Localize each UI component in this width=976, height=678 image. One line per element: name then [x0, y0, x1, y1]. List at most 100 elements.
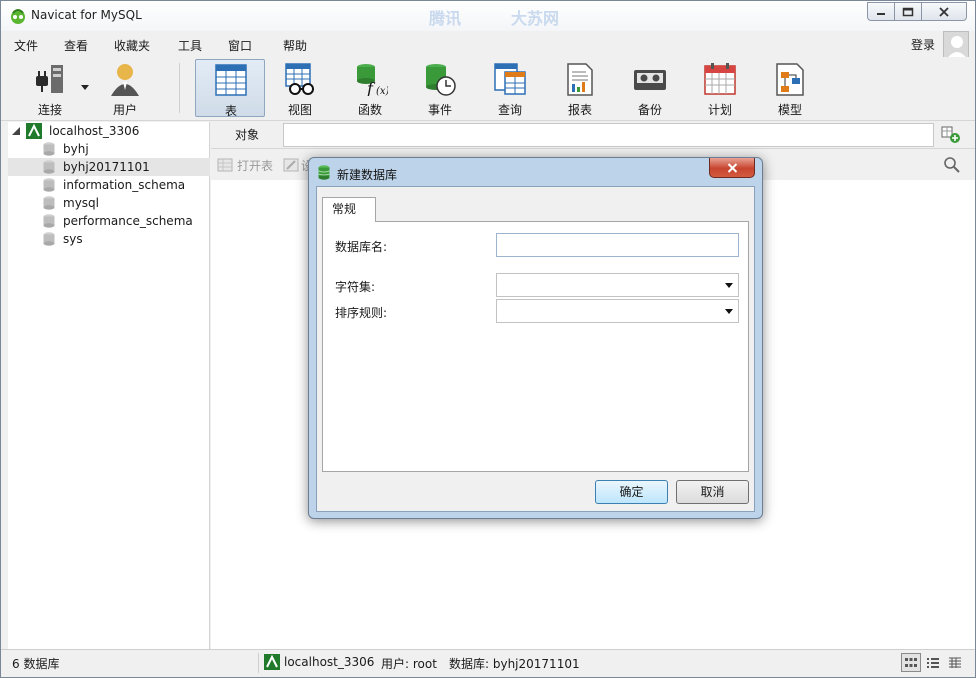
toolbar-separator — [179, 63, 180, 113]
main-toolbar: 连接 用户 表 视图 f (x 函数 事件 查询 报表 备份 计划 模型 — [1, 57, 975, 121]
tab-objects[interactable]: 对象 — [211, 122, 283, 149]
dialog-close-button[interactable] — [709, 158, 755, 178]
watermark-text: 大苏网 — [511, 9, 560, 28]
tool-label: 视图 — [287, 103, 312, 117]
chevron-down-icon — [725, 309, 733, 314]
dialog-title: 新建数据库 — [337, 168, 398, 182]
database-icon — [43, 178, 55, 192]
collation-label: 排序规则: — [335, 306, 388, 320]
tree-database[interactable]: mysql — [8, 194, 210, 212]
status-separator — [258, 653, 259, 673]
tool-connect[interactable]: 连接 — [15, 59, 85, 117]
cancel-button[interactable]: 取消 — [676, 480, 749, 504]
report-icon — [567, 63, 593, 96]
watermark-text: 腾讯 — [429, 9, 462, 28]
tree-database-selected[interactable]: byhj20171101 — [8, 158, 210, 176]
view-detail-button[interactable] — [945, 653, 965, 672]
tool-view[interactable]: 视图 — [265, 59, 335, 117]
menu-bar: 文件 查看 收藏夹 工具 窗口 帮助 登录 — [1, 31, 975, 57]
menu-help[interactable]: 帮助 — [283, 37, 307, 54]
object-tab-area — [283, 123, 934, 147]
list-view-icon — [927, 657, 939, 668]
tree-database[interactable]: byhj — [8, 140, 210, 158]
tool-query[interactable]: 查询 — [475, 59, 545, 117]
connection-icon — [264, 654, 280, 670]
tool-report[interactable]: 报表 — [545, 59, 615, 117]
open-table-button[interactable]: 打开表 — [237, 157, 273, 174]
database-icon — [43, 214, 55, 228]
tree-database[interactable]: information_schema — [8, 176, 210, 194]
view-list-button[interactable] — [923, 653, 943, 672]
status-database: 数据库: byhj20171101 — [449, 657, 580, 671]
tool-function[interactable]: f (x) 函数 — [335, 59, 405, 117]
menu-window[interactable]: 窗口 — [228, 37, 252, 54]
tree-connection[interactable]: localhost_3306 — [8, 122, 210, 140]
new-database-dialog: 新建数据库 常规 数据库名: 字符集: 排序规则: 确定 取消 — [308, 157, 763, 519]
close-icon — [939, 6, 949, 17]
avatar[interactable] — [943, 31, 969, 59]
window-title: Navicat for MySQL — [31, 8, 142, 22]
tool-model[interactable]: 模型 — [755, 59, 825, 117]
tool-backup[interactable]: 备份 — [615, 59, 685, 117]
tool-label: 连接 — [37, 103, 62, 117]
close-button[interactable] — [921, 2, 967, 21]
login-link[interactable]: 登录 — [911, 36, 935, 53]
database-icon — [43, 160, 55, 174]
new-object-icon[interactable] — [941, 126, 961, 144]
dialog-title-bar: 新建数据库 — [309, 158, 762, 186]
menu-tools[interactable]: 工具 — [178, 37, 202, 54]
status-user: 用户: root — [381, 657, 437, 671]
database-name: sys — [63, 232, 83, 246]
tool-event[interactable]: 事件 — [405, 59, 475, 117]
search-icon[interactable] — [943, 156, 961, 174]
expand-triangle-icon[interactable] — [12, 127, 20, 135]
detail-view-icon — [949, 657, 961, 668]
minimize-icon — [877, 12, 885, 15]
close-icon — [727, 162, 737, 173]
dropdown-arrow-icon[interactable] — [81, 85, 89, 91]
svg-text:(x): (x) — [376, 86, 388, 96]
event-icon — [426, 64, 456, 96]
charset-label: 字符集: — [335, 280, 376, 294]
schedule-icon — [704, 63, 736, 95]
database-green-icon — [318, 165, 330, 180]
status-connection: localhost_3306 — [284, 655, 375, 669]
connection-name: localhost_3306 — [49, 124, 140, 138]
tool-label: 计划 — [707, 103, 732, 117]
maximize-button[interactable] — [894, 2, 922, 21]
design-table-icon — [283, 158, 299, 172]
tree-database[interactable]: performance_schema — [8, 212, 210, 230]
menu-file[interactable]: 文件 — [14, 37, 38, 54]
database-icon — [43, 232, 55, 246]
title-bar: Navicat for MySQL 腾讯 大苏网 — [1, 1, 975, 31]
database-name: byhj20171101 — [63, 160, 150, 174]
minimize-button[interactable] — [867, 2, 895, 21]
ok-button[interactable]: 确定 — [595, 480, 668, 504]
view-icons-button[interactable] — [901, 653, 921, 672]
database-name: information_schema — [63, 178, 186, 192]
menu-favorites[interactable]: 收藏夹 — [114, 37, 150, 54]
tool-label: 函数 — [357, 103, 382, 117]
collation-select[interactable] — [496, 299, 739, 323]
tab-general[interactable]: 常规 — [322, 197, 376, 222]
menu-view[interactable]: 查看 — [64, 37, 88, 54]
connection-icon — [26, 123, 42, 139]
tool-label: 报表 — [567, 103, 592, 117]
general-panel: 数据库名: 字符集: 排序规则: — [322, 221, 749, 472]
tool-label: 备份 — [637, 103, 662, 117]
tool-user[interactable]: 用户 — [90, 59, 160, 117]
db-name-input[interactable] — [496, 233, 739, 257]
tool-label: 模型 — [777, 103, 802, 117]
charset-select[interactable] — [496, 273, 739, 297]
tool-table[interactable]: 表 — [195, 59, 265, 118]
tree-database[interactable]: sys — [8, 230, 210, 248]
tool-label: 查询 — [497, 103, 522, 117]
watermark: 腾讯 大苏网 — [411, 5, 671, 29]
tool-schedule[interactable]: 计划 — [685, 59, 755, 117]
open-table-icon — [217, 158, 233, 172]
tool-label: 表 — [224, 104, 237, 118]
backup-icon — [634, 70, 666, 90]
chevron-down-icon — [725, 283, 733, 288]
tool-label: 用户 — [112, 103, 137, 117]
database-icon — [43, 196, 55, 210]
